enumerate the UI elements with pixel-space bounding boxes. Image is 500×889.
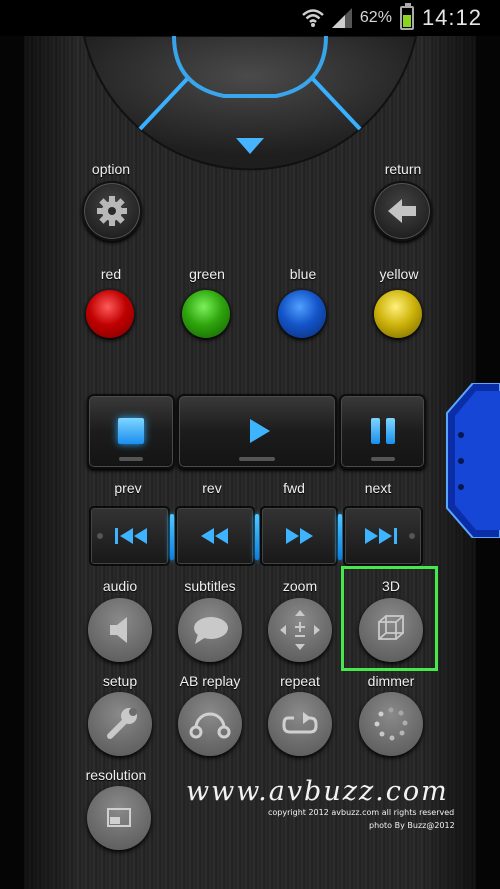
- speaker-icon: [110, 617, 127, 643]
- setup-button[interactable]: [88, 692, 152, 756]
- green-button[interactable]: [182, 290, 230, 338]
- next-label: next: [364, 480, 392, 496]
- fast-forward-button[interactable]: [260, 506, 338, 566]
- battery-percent: 62%: [359, 9, 392, 26]
- wifi-icon: [302, 9, 324, 27]
- yellow-label: yellow: [379, 266, 419, 282]
- option-label: option: [91, 161, 131, 177]
- return-button[interactable]: [372, 181, 432, 241]
- status-bar: 62% 14:12: [0, 0, 500, 36]
- blue-button[interactable]: [278, 290, 326, 338]
- dimmer-label: dimmer: [367, 673, 415, 689]
- dimmer-icon: [374, 707, 408, 741]
- speech-bubble-icon: [194, 617, 228, 644]
- clock: 14:12: [421, 5, 482, 30]
- fast-forward-icon: [286, 528, 313, 544]
- status-icons: 62% 14:12: [302, 3, 482, 32]
- rewind-icon: [201, 528, 228, 544]
- audio-button[interactable]: [88, 598, 152, 662]
- blue-label: blue: [289, 266, 317, 282]
- repeat-icon: [282, 712, 318, 734]
- next-button[interactable]: [343, 506, 423, 566]
- return-label: return: [384, 161, 422, 177]
- side-drawer-tab[interactable]: [443, 383, 500, 538]
- skip-next-icon: [365, 528, 397, 544]
- rewind-button[interactable]: [175, 506, 255, 566]
- battery-icon: [399, 3, 414, 30]
- remote-app-root: { "status_bar": { "battery_percent": "62…: [0, 0, 500, 889]
- highlight-3d-box: [341, 566, 438, 671]
- subtitles-button[interactable]: [178, 598, 242, 662]
- pause-icon: [371, 418, 397, 444]
- signal-icon: [331, 8, 352, 28]
- repeat-button[interactable]: [268, 692, 332, 756]
- nav-pad[interactable]: [24, 36, 476, 176]
- yellow-button[interactable]: [374, 290, 422, 338]
- arrow-left-icon: [388, 199, 416, 223]
- skip-prev-icon: [115, 528, 147, 544]
- watermark-photo: photo By Buzz@2012: [369, 821, 455, 830]
- prev-button[interactable]: [89, 506, 170, 566]
- watermark-copyright: copyright 2012 avbuzz.com all rights res…: [268, 808, 455, 817]
- red-button[interactable]: [86, 290, 134, 338]
- stop-icon: [118, 418, 144, 444]
- gear-icon: [97, 196, 127, 226]
- option-button[interactable]: [82, 181, 142, 241]
- ab-replay-button[interactable]: [178, 692, 242, 756]
- resolution-button[interactable]: [87, 786, 151, 850]
- play-icon: [250, 419, 270, 443]
- resolution-icon: [107, 808, 131, 827]
- red-label: red: [100, 266, 122, 282]
- resolution-label: resolution: [85, 767, 147, 783]
- zoom-pad-icon: [280, 610, 320, 650]
- ab-loop-icon: [189, 712, 231, 739]
- play-button[interactable]: [177, 394, 337, 469]
- dimmer-button[interactable]: [359, 692, 423, 756]
- watermark-site: www.avbuzz.com: [186, 776, 449, 807]
- wrench-icon: [107, 708, 137, 739]
- green-label: green: [189, 266, 225, 282]
- stop-button[interactable]: [87, 394, 175, 469]
- pause-button[interactable]: [339, 394, 426, 469]
- zoom-button[interactable]: [268, 598, 332, 662]
